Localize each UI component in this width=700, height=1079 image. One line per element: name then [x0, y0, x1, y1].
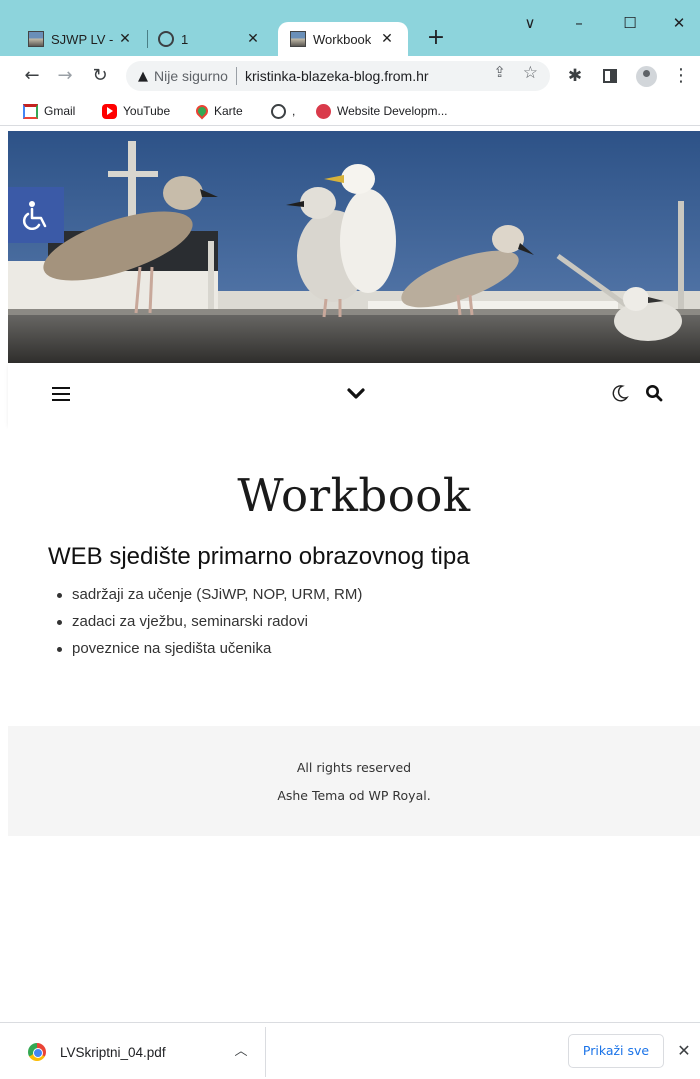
- page-heading: WEB sjedište primarno obrazovnog tipa: [48, 543, 470, 570]
- bookmark-label: ,: [292, 104, 296, 118]
- shelf-divider: [265, 1027, 266, 1077]
- omnibox-divider: [235, 67, 237, 85]
- reload-button[interactable]: ↻: [87, 63, 113, 89]
- tab-search-icon[interactable]: ∨: [515, 12, 545, 34]
- close-window-button[interactable]: ✕: [664, 12, 694, 34]
- tab-1[interactable]: 1 ✕: [148, 22, 274, 56]
- maximize-button[interactable]: ☐: [615, 12, 645, 34]
- maps-icon: [193, 102, 211, 120]
- bookmark-label: YouTube: [123, 104, 171, 118]
- close-tab-icon[interactable]: ✕: [378, 30, 396, 48]
- bookmark-gmail[interactable]: Gmail: [23, 103, 75, 119]
- globe-icon: [271, 103, 286, 119]
- bookmarks-bar: Gmail YouTube Karte , Website Developm..…: [0, 96, 700, 126]
- bookmark-label: Karte: [214, 104, 243, 118]
- warning-icon[interactable]: ▲: [138, 69, 148, 84]
- list-item: sadržaji za učenje (SJiWP, NOP, URM, RM): [52, 586, 362, 613]
- feature-list: sadržaji za učenje (SJiWP, NOP, URM, RM)…: [52, 586, 362, 667]
- hamburger-menu-icon[interactable]: [52, 387, 70, 401]
- minimize-button[interactable]: –: [564, 12, 594, 34]
- bookmark-star-icon[interactable]: ☆: [523, 63, 538, 83]
- photo-favicon-icon: [290, 31, 306, 47]
- address-bar[interactable]: ▲ Nije sigurno kristinka-blazeka-blog.fr…: [126, 61, 550, 91]
- site-navigation-bar: [8, 363, 700, 425]
- copyright-text: All rights reserved: [296, 760, 412, 775]
- theme-credit-link[interactable]: Ashe Tema od WP Royal.: [8, 788, 700, 803]
- header-image-seagulls: [8, 131, 700, 363]
- youtube-icon: [102, 103, 117, 119]
- side-panel-icon[interactable]: [597, 63, 623, 89]
- tab-sjwp[interactable]: SJWP LV - ✕: [20, 22, 146, 56]
- chrome-file-icon: [28, 1043, 46, 1061]
- close-tab-icon[interactable]: ✕: [244, 30, 262, 48]
- page-viewport: Workbook WEB sjedište primarno obrazovno…: [8, 127, 700, 1022]
- tab-title: 1: [181, 31, 189, 47]
- tab-title: Workbook: [313, 31, 372, 47]
- security-label[interactable]: Nije sigurno: [154, 68, 228, 84]
- download-file-name[interactable]: LVSkriptni_04.pdf: [60, 1045, 166, 1060]
- bookmark-karte[interactable]: Karte: [193, 102, 243, 120]
- new-tab-button[interactable]: +: [423, 25, 449, 51]
- download-shelf: LVSkriptni_04.pdf ︿ Prikaži sve ✕: [0, 1022, 700, 1079]
- chevron-up-icon[interactable]: ︿: [231, 1042, 251, 1062]
- bookmark-youtube[interactable]: YouTube: [102, 103, 170, 119]
- list-item: poveznice na sjedišta učenika: [52, 640, 362, 667]
- bookmark-globe[interactable]: ,: [271, 103, 295, 119]
- photo-favicon-icon: [28, 31, 44, 47]
- bookmark-label: Website Developm...: [337, 104, 448, 118]
- close-shelf-icon[interactable]: ✕: [674, 1041, 694, 1061]
- profile-avatar-icon[interactable]: [636, 66, 657, 87]
- globe-icon: [158, 31, 174, 47]
- search-icon[interactable]: [644, 383, 664, 403]
- accessibility-button[interactable]: [8, 187, 64, 243]
- download-item[interactable]: LVSkriptni_04.pdf ︿: [18, 1038, 263, 1066]
- tab-workbook[interactable]: Workbook ✕: [278, 22, 408, 56]
- list-item: zadaci za vježbu, seminarski radovi: [52, 613, 362, 640]
- site-footer: All rights reserved Ashe Tema od WP Roya…: [8, 726, 700, 836]
- tab-strip: SJWP LV - ✕ 1 ✕ Workbook ✕ + ∨ – ☐ ✕: [0, 0, 700, 56]
- back-button[interactable]: ←: [19, 63, 45, 89]
- forward-button[interactable]: →: [52, 63, 78, 89]
- bookmark-label: Gmail: [44, 104, 76, 118]
- show-all-downloads-button[interactable]: Prikaži sve: [568, 1034, 664, 1068]
- browser-toolbar: ← → ↻ ▲ Nije sigurno kristinka-blazeka-b…: [0, 56, 700, 96]
- close-tab-icon[interactable]: ✕: [116, 30, 134, 48]
- chevron-down-icon[interactable]: [344, 381, 368, 405]
- website-dev-icon: [316, 103, 331, 119]
- tab-title: SJWP LV -: [51, 31, 114, 47]
- main-content: Workbook WEB sjedište primarno obrazovno…: [8, 425, 700, 725]
- dark-mode-moon-icon[interactable]: [610, 383, 630, 403]
- share-icon[interactable]: ⇪: [493, 63, 506, 81]
- url-text[interactable]: kristinka-blazeka-blog.from.hr: [245, 68, 429, 84]
- menu-kebab-icon[interactable]: ⋮: [668, 63, 694, 89]
- extensions-puzzle-icon[interactable]: ✱: [562, 63, 588, 89]
- gmail-icon: [23, 103, 38, 119]
- wheelchair-icon: [22, 201, 47, 230]
- site-title[interactable]: Workbook: [8, 469, 700, 522]
- bookmark-website-development[interactable]: Website Developm...: [316, 103, 448, 119]
